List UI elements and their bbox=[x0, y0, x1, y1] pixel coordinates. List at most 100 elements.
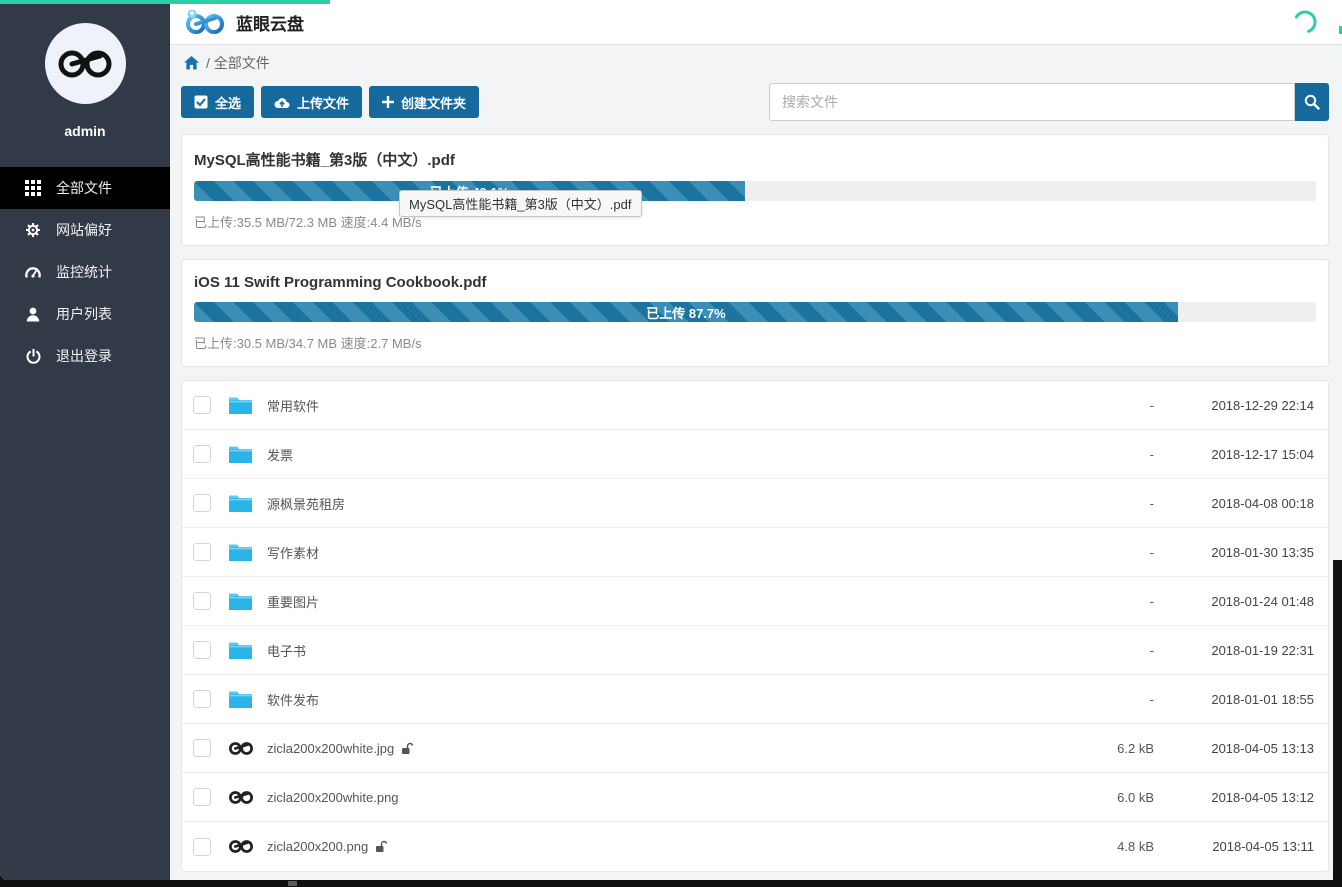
file-name[interactable]: zicla200x200white.png bbox=[267, 790, 399, 805]
file-size: 6.2 kB bbox=[1044, 741, 1154, 756]
file-name[interactable]: 写作素材 bbox=[267, 543, 319, 562]
toolbar: 全选 上传文件 创 bbox=[181, 83, 1329, 121]
sidebar-item-link[interactable]: 退出登录 bbox=[0, 335, 170, 377]
folder-icon bbox=[228, 591, 254, 611]
desktop-dock-fragment bbox=[288, 881, 297, 886]
file-date: 2018-04-05 13:11 bbox=[1154, 839, 1314, 854]
file-date: 2018-12-29 22:14 bbox=[1154, 398, 1314, 413]
row-checkbox[interactable] bbox=[193, 690, 211, 708]
file-name[interactable]: zicla200x200.png bbox=[267, 839, 388, 854]
username-label: admin bbox=[64, 123, 105, 139]
file-row[interactable]: 软件发布 - 2018-01-01 18:55 bbox=[182, 675, 1328, 724]
folder-icon bbox=[228, 542, 254, 562]
file-date: 2018-01-30 13:35 bbox=[1154, 545, 1314, 560]
file-date: 2018-04-05 13:13 bbox=[1154, 741, 1314, 756]
file-row[interactable]: 电子书 - 2018-01-19 22:31 bbox=[182, 626, 1328, 675]
row-checkbox[interactable] bbox=[193, 788, 211, 806]
file-name[interactable]: 重要图片 bbox=[267, 592, 319, 611]
upload-status: 已上传:30.5 MB/34.7 MB 速度:2.7 MB/s bbox=[194, 333, 1316, 352]
avatar[interactable] bbox=[45, 23, 126, 104]
header: 蓝眼云盘 bbox=[170, 0, 1342, 45]
sidebar-item-link[interactable]: 用户列表 bbox=[0, 293, 170, 335]
row-checkbox[interactable] bbox=[193, 739, 211, 757]
progress-track: 已上传 49.1% bbox=[194, 181, 1316, 201]
file-row[interactable]: 发票 - 2018-12-17 15:04 bbox=[182, 430, 1328, 479]
select-all-button[interactable]: 全选 bbox=[181, 86, 254, 118]
file-row[interactable]: zicla200x200white.jpg 6.2 kB 2018-04-05 … bbox=[182, 724, 1328, 773]
lock-open-icon[interactable] bbox=[401, 742, 414, 755]
brand[interactable]: 蓝眼云盘 bbox=[184, 9, 304, 35]
folder-icon bbox=[228, 444, 254, 464]
file-size: - bbox=[1044, 447, 1154, 462]
file-row[interactable]: 写作素材 - 2018-01-30 13:35 bbox=[182, 528, 1328, 577]
folder-icon bbox=[228, 689, 254, 709]
file-row[interactable]: zicla200x200.png 4.8 kB 2018-04-05 13:11 bbox=[182, 822, 1328, 871]
lock-open-icon[interactable] bbox=[375, 840, 388, 853]
app-title: 蓝眼云盘 bbox=[236, 10, 304, 35]
file-name[interactable]: 源枫景苑租房 bbox=[267, 494, 345, 513]
sidebar-item-label: 全部文件 bbox=[56, 178, 112, 198]
row-checkbox[interactable] bbox=[193, 838, 211, 856]
power-icon bbox=[25, 348, 41, 364]
sidebar-item-link[interactable]: 网站偏好 bbox=[0, 209, 170, 251]
filename-tooltip: MySQL高性能书籍_第3版（中文）.pdf bbox=[399, 190, 642, 217]
file-date: 2018-04-08 00:18 bbox=[1154, 496, 1314, 511]
upload-file-button[interactable]: 上传文件 bbox=[261, 86, 362, 118]
file-size: - bbox=[1044, 594, 1154, 609]
file-date: 2018-01-19 22:31 bbox=[1154, 643, 1314, 658]
check-square-icon bbox=[194, 95, 208, 109]
sidebar-item-label: 网站偏好 bbox=[56, 220, 112, 240]
file-name[interactable]: 常用软件 bbox=[267, 396, 319, 415]
sidebar-item-link[interactable]: 监控统计 bbox=[0, 251, 170, 293]
file-row[interactable]: 重要图片 - 2018-01-24 01:48 bbox=[182, 577, 1328, 626]
app-window: admin 全部文件 网站偏好 监控统计 用户列表 bbox=[0, 0, 1342, 881]
row-checkbox[interactable] bbox=[193, 445, 211, 463]
sidebar-item-label: 用户列表 bbox=[56, 304, 112, 324]
row-checkbox[interactable] bbox=[193, 592, 211, 610]
file-date: 2018-01-01 18:55 bbox=[1154, 692, 1314, 707]
infinity-file-icon bbox=[228, 741, 254, 756]
file-name[interactable]: 软件发布 bbox=[267, 690, 319, 709]
file-name[interactable]: 电子书 bbox=[267, 641, 306, 660]
file-name[interactable]: 发票 bbox=[267, 445, 293, 464]
file-row[interactable]: 源枫景苑租房 - 2018-04-08 00:18 bbox=[182, 479, 1328, 528]
sidebar-nav: 全部文件 网站偏好 监控统计 用户列表 退出登录 bbox=[0, 167, 170, 377]
upload-filename: MySQL高性能书籍_第3版（中文）.pdf bbox=[194, 147, 1316, 170]
file-size: - bbox=[1044, 545, 1154, 560]
row-checkbox[interactable] bbox=[193, 494, 211, 512]
gear-icon bbox=[25, 222, 41, 238]
folder-icon bbox=[228, 493, 254, 513]
file-size: - bbox=[1044, 398, 1154, 413]
file-date: 2018-12-17 15:04 bbox=[1154, 447, 1314, 462]
progress-label: 已上传 87.7% bbox=[646, 303, 725, 322]
content-area: / 全部文件 全选 bbox=[170, 45, 1342, 881]
file-row[interactable]: zicla200x200white.png 6.0 kB 2018-04-05 … bbox=[182, 773, 1328, 822]
upload-card: MySQL高性能书籍_第3版（中文）.pdf 已上传 49.1% 已上传:35.… bbox=[181, 134, 1329, 246]
sidebar: admin 全部文件 网站偏好 监控统计 用户列表 bbox=[0, 0, 170, 881]
folder-icon bbox=[228, 640, 254, 660]
file-size: 6.0 kB bbox=[1044, 790, 1154, 805]
search-input[interactable] bbox=[769, 83, 1295, 121]
loading-spinner-icon bbox=[1292, 9, 1318, 35]
main-panel: 蓝眼云盘 / 全部文件 bbox=[170, 0, 1342, 881]
row-checkbox[interactable] bbox=[193, 543, 211, 561]
progress-bar: 已上传 87.7% bbox=[194, 302, 1178, 322]
breadcrumb: / 全部文件 bbox=[181, 45, 1329, 81]
sidebar-item-label: 退出登录 bbox=[56, 346, 112, 366]
desktop-edge-right bbox=[1333, 560, 1342, 887]
file-row[interactable]: 常用软件 - 2018-12-29 22:14 bbox=[182, 381, 1328, 430]
row-checkbox[interactable] bbox=[193, 641, 211, 659]
eyeblue-logo-icon bbox=[56, 46, 114, 82]
sidebar-item-active[interactable]: 全部文件 bbox=[0, 167, 170, 209]
row-checkbox[interactable] bbox=[193, 396, 211, 414]
search-button[interactable] bbox=[1295, 83, 1329, 121]
app-logo-icon bbox=[184, 9, 224, 35]
search-icon bbox=[1304, 94, 1320, 110]
cloud-upload-icon bbox=[274, 96, 290, 109]
file-name[interactable]: zicla200x200white.jpg bbox=[267, 741, 414, 756]
home-icon[interactable] bbox=[184, 56, 199, 70]
create-folder-button[interactable]: 创建文件夹 bbox=[369, 86, 479, 118]
screen: admin 全部文件 网站偏好 监控统计 用户列表 bbox=[0, 0, 1342, 887]
sidebar-item-label: 监控统计 bbox=[56, 262, 112, 282]
file-size: - bbox=[1044, 643, 1154, 658]
